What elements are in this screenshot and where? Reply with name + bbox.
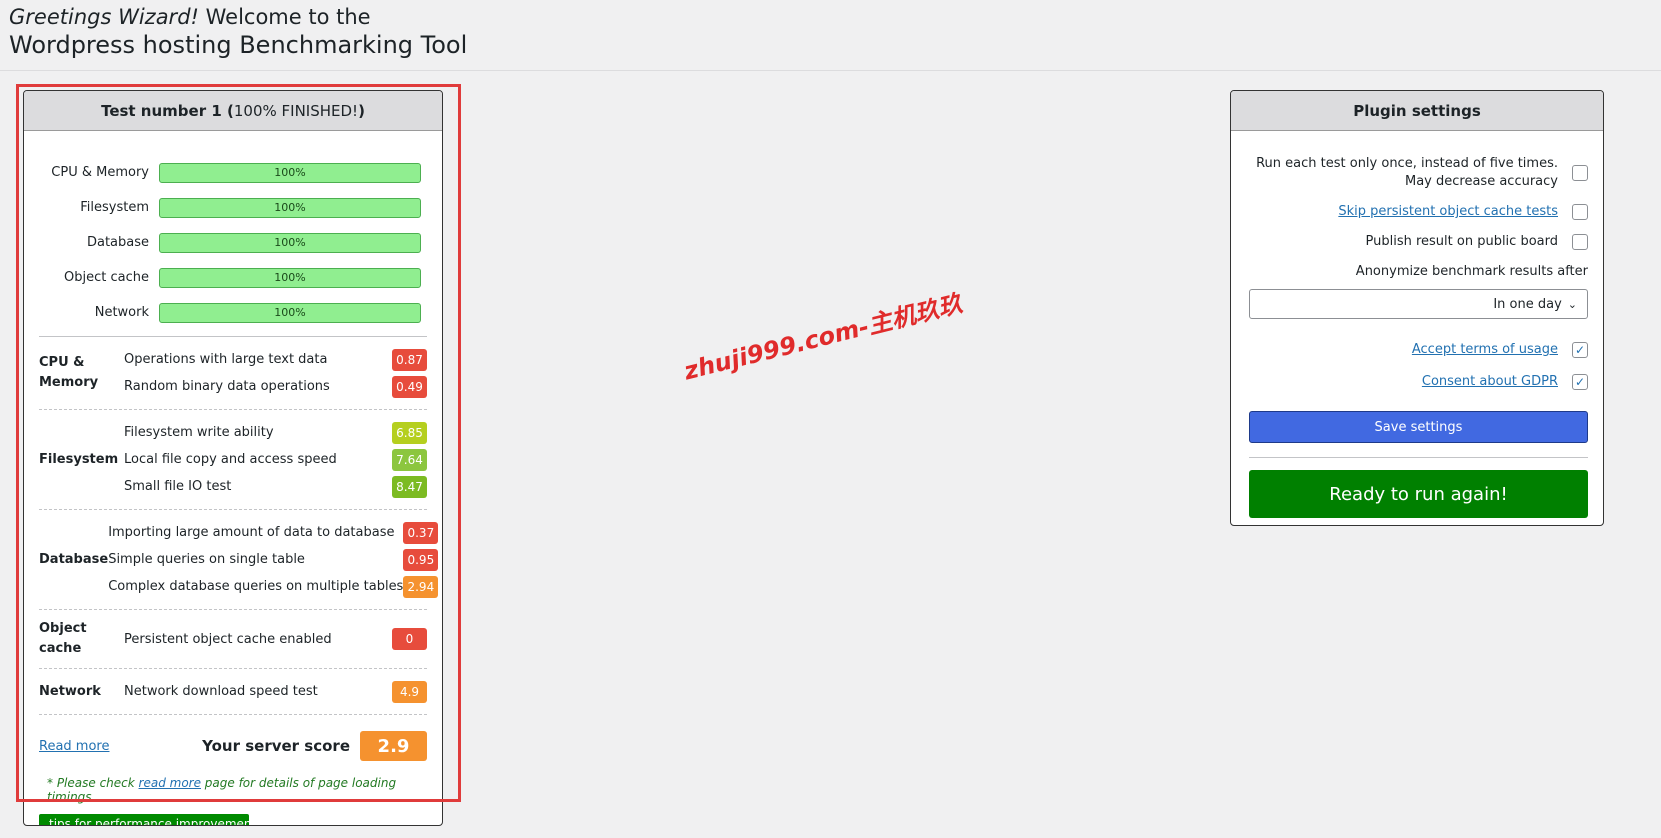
accept-terms-checkbox[interactable]: ✓ (1572, 342, 1588, 358)
publish-checkbox[interactable] (1572, 234, 1588, 250)
anonymize-label: Anonymize benchmark results after (1355, 264, 1588, 279)
chevron-down-icon: ⌄ (1567, 297, 1577, 311)
setting-publish: Publish result on public board (1249, 233, 1588, 251)
anonymize-value: In one day (1493, 296, 1562, 312)
page-title: Wordpress hosting Benchmarking Tool (9, 31, 468, 59)
checkmark-icon: ✓ (1574, 375, 1586, 389)
header-divider (0, 70, 1661, 71)
save-settings-button[interactable]: Save settings (1249, 411, 1588, 443)
setting-run-once-line1: Run each test only once, instead of five… (1256, 156, 1558, 171)
divider (1249, 457, 1588, 458)
setting-anonymize: Anonymize benchmark results after (1249, 263, 1588, 281)
setting-run-once: Run each test only once, instead of five… (1249, 155, 1588, 191)
setting-gdpr: Consent about GDPR ✓ (1249, 373, 1588, 391)
anonymize-select[interactable]: In one day ⌄ (1249, 289, 1588, 319)
run-again-button[interactable]: Ready to run again! (1249, 470, 1588, 518)
run-once-checkbox[interactable] (1572, 165, 1588, 181)
greeting-wizard: Greetings Wizard! (9, 5, 199, 29)
setting-run-once-label: Run each test only once, instead of five… (1256, 155, 1558, 191)
setting-accept-terms: Accept terms of usage ✓ (1249, 341, 1588, 359)
accept-terms-link[interactable]: Accept terms of usage (1412, 341, 1558, 359)
publish-label: Publish result on public board (1365, 234, 1559, 249)
skip-cache-checkbox[interactable] (1572, 204, 1588, 220)
checkmark-icon: ✓ (1574, 343, 1586, 357)
highlight-frame (16, 84, 461, 802)
skip-cache-link[interactable]: Skip persistent object cache tests (1338, 203, 1558, 221)
greeting: Greetings Wizard! Welcome to the (9, 4, 467, 30)
gdpr-checkbox[interactable]: ✓ (1572, 374, 1588, 390)
plugin-settings-panel: Plugin settings Run each test only once,… (1230, 90, 1604, 526)
setting-run-once-line2: May decrease accuracy (1405, 174, 1558, 189)
settings-header: Plugin settings (1231, 91, 1603, 131)
setting-skip-cache: Skip persistent object cache tests (1249, 203, 1588, 221)
watermark: zhuji999.com-主机玖玖 (681, 289, 966, 386)
gdpr-link[interactable]: Consent about GDPR (1422, 373, 1558, 391)
tips-button[interactable]: tips for performance improvement (39, 814, 249, 825)
page-header: Greetings Wizard! Welcome to the Wordpre… (9, 4, 467, 60)
greeting-welcome: Welcome to the (198, 5, 371, 29)
